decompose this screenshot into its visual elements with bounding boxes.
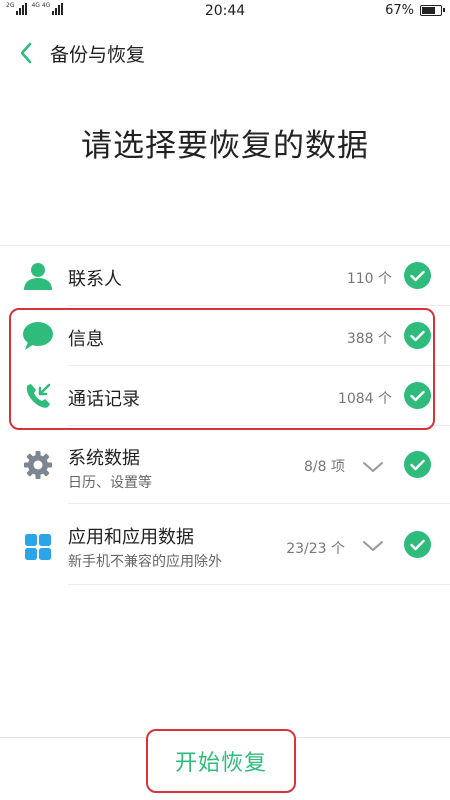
main-heading: 请选择要恢复的数据: [81, 128, 369, 164]
app-grid-icon: [22, 531, 54, 563]
row-divider: [68, 584, 450, 585]
app-header: 备份与恢复: [0, 30, 450, 76]
battery-icon: [420, 5, 445, 16]
list-top-divider: [0, 245, 450, 246]
item-sublabel: 新手机不兼容的应用除外: [68, 554, 222, 570]
status-bar: 2G 4G 4G 20:44 67%: [0, 0, 450, 24]
check-icon: [410, 539, 425, 550]
check-icon: [410, 459, 425, 470]
battery-percent: 67%: [385, 3, 414, 18]
item-label: 应用和应用数据: [68, 527, 194, 548]
item-checkbox[interactable]: [404, 262, 431, 289]
row-divider: [68, 305, 450, 306]
chevron-down-icon: [363, 462, 383, 472]
item-count: 110 个: [346, 271, 392, 287]
item-checkbox[interactable]: [404, 451, 431, 478]
expand-chevron-button[interactable]: [362, 459, 384, 473]
item-count: 8/8 项: [304, 459, 345, 475]
battery-fill: [422, 7, 436, 14]
chevron-left-icon: [20, 42, 32, 64]
check-icon: [410, 270, 425, 281]
row-divider: [68, 503, 450, 504]
back-button[interactable]: [12, 38, 40, 68]
item-label: 联系人: [68, 269, 122, 290]
chevron-down-icon: [363, 541, 383, 551]
gear-icon: [22, 449, 54, 481]
start-restore-button[interactable]: 开始恢复: [146, 729, 296, 793]
item-sublabel: 日历、设置等: [68, 475, 152, 491]
status-right: 67%: [385, 3, 445, 18]
list-item-apps[interactable]: 应用和应用数据 新手机不兼容的应用除外 23/23 个: [0, 505, 450, 584]
list-item-system-data[interactable]: 系统数据 日历、设置等 8/8 项: [0, 427, 450, 503]
list-item-contacts[interactable]: 联系人 110 个: [0, 247, 450, 305]
item-label: 系统数据: [68, 448, 140, 469]
page-title: 备份与恢复: [50, 44, 146, 66]
item-count: 23/23 个: [286, 541, 345, 557]
highlight-annotation: [9, 308, 435, 430]
item-checkbox[interactable]: [404, 531, 431, 558]
expand-chevron-button[interactable]: [362, 538, 384, 552]
status-time: 20:44: [204, 3, 246, 19]
contact-person-icon: [22, 260, 54, 292]
